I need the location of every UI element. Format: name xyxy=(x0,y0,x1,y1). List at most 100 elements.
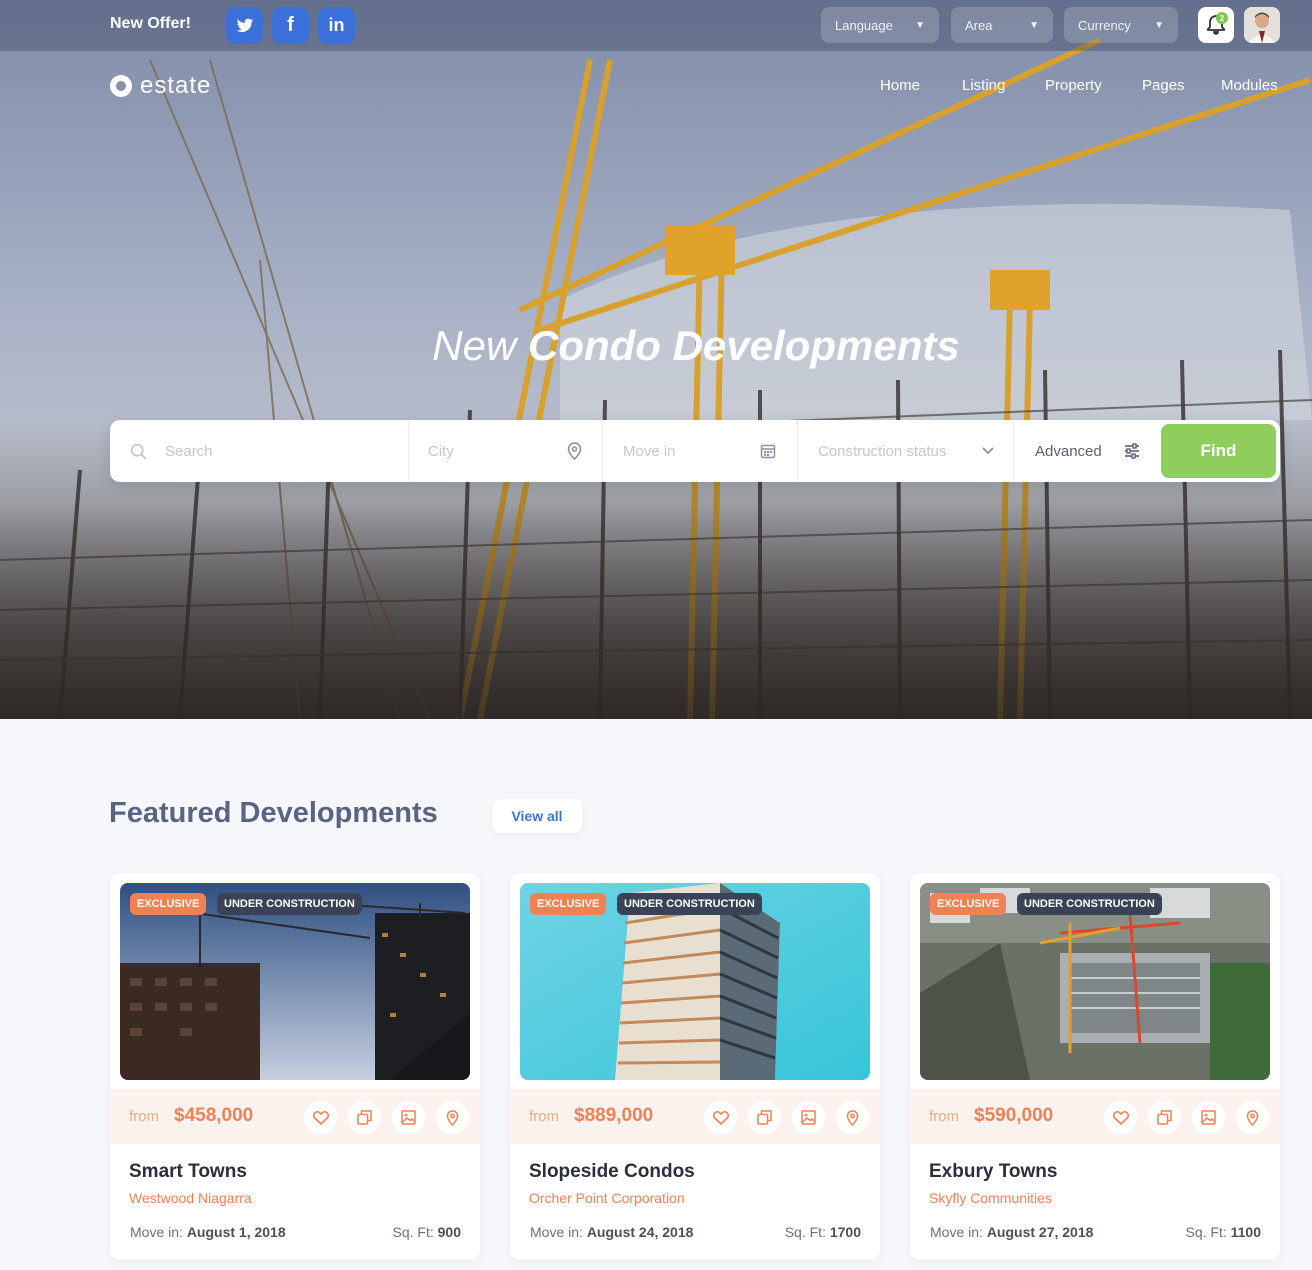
price-row: from $889,000 xyxy=(510,1089,880,1144)
compare-button[interactable] xyxy=(1148,1101,1181,1134)
compare-button[interactable] xyxy=(748,1101,781,1134)
area-dropdown[interactable]: Area ▼ xyxy=(951,7,1053,43)
image-icon xyxy=(801,1110,816,1125)
favorite-button[interactable] xyxy=(304,1101,337,1134)
sqft-label: Sq. Ft: xyxy=(392,1224,434,1240)
gallery-button[interactable] xyxy=(1192,1101,1225,1134)
gallery-button[interactable] xyxy=(392,1101,425,1134)
image-icon xyxy=(401,1110,416,1125)
twitter-button[interactable] xyxy=(226,7,263,44)
developer-name[interactable]: Skyfly Communities xyxy=(929,1190,1052,1206)
new-offer-link[interactable]: New Offer! xyxy=(110,15,191,33)
brand-logo[interactable]: estate xyxy=(110,72,211,100)
map-location-button[interactable] xyxy=(1236,1101,1269,1134)
chevron-down-icon: ▼ xyxy=(915,19,925,31)
from-label: from xyxy=(929,1108,959,1125)
development-photo[interactable]: EXCLUSIVE UNDER CONSTRUCTION xyxy=(120,883,470,1080)
heart-icon xyxy=(1112,1110,1129,1125)
compare-button[interactable] xyxy=(348,1101,381,1134)
nav-item-modules[interactable]: Modules xyxy=(1221,77,1278,94)
development-card[interactable]: EXCLUSIVE UNDER CONSTRUCTION from $889,0… xyxy=(510,873,880,1260)
language-dropdown-label: Language xyxy=(835,17,893,33)
nav-item-listing[interactable]: Listing xyxy=(962,77,1005,94)
map-pin-icon xyxy=(846,1109,859,1126)
map-location-button[interactable] xyxy=(436,1101,469,1134)
status-tag: UNDER CONSTRUCTION xyxy=(617,893,762,915)
map-pin-icon xyxy=(567,442,582,460)
from-label: from xyxy=(529,1108,559,1125)
copy-icon xyxy=(1157,1110,1172,1125)
notification-count-badge: 2 xyxy=(1216,12,1228,24)
status-tag: UNDER CONSTRUCTION xyxy=(1017,893,1162,915)
move-in-placeholder: Move in xyxy=(623,442,676,460)
city-input[interactable]: City xyxy=(428,420,588,482)
development-name[interactable]: Slopeside Condos xyxy=(529,1161,695,1183)
sqft-value: 900 xyxy=(437,1224,461,1240)
construction-status-dropdown[interactable]: Construction status xyxy=(818,420,998,482)
area-dropdown-label: Area xyxy=(965,17,993,33)
exclusive-tag: EXCLUSIVE xyxy=(930,893,1007,915)
divider xyxy=(1013,420,1014,482)
move-in-date-input[interactable]: Move in xyxy=(623,420,773,482)
currency-dropdown[interactable]: Currency ▼ xyxy=(1064,7,1178,43)
featured-developments-title: Featured Developments xyxy=(109,797,438,829)
sqft-label: Sq. Ft: xyxy=(1185,1224,1227,1240)
logo-mark-icon xyxy=(110,75,132,97)
move-in-value: August 1, 2018 xyxy=(186,1224,286,1240)
construction-status-placeholder: Construction status xyxy=(818,442,947,460)
developer-name[interactable]: Orcher Point Corporation xyxy=(529,1190,685,1206)
user-avatar-picture xyxy=(1244,7,1280,43)
square-footage: Sq. Ft: 1100 xyxy=(1186,1224,1262,1240)
development-name[interactable]: Smart Towns xyxy=(129,1161,247,1183)
linkedin-icon: in xyxy=(328,15,345,35)
favorite-button[interactable] xyxy=(1104,1101,1137,1134)
map-location-button[interactable] xyxy=(836,1101,869,1134)
favorite-button[interactable] xyxy=(704,1101,737,1134)
notifications-button[interactable] xyxy=(1198,7,1234,43)
search-placeholder: Search xyxy=(165,442,213,460)
nav-item-pages[interactable]: Pages xyxy=(1142,77,1185,94)
user-avatar[interactable] xyxy=(1244,7,1280,43)
development-name[interactable]: Exbury Towns xyxy=(929,1161,1057,1183)
facebook-button[interactable]: f xyxy=(272,7,309,44)
search-icon xyxy=(130,443,147,459)
price: $590,000 xyxy=(974,1105,1054,1126)
move-in-label: Move in: xyxy=(930,1224,983,1240)
development-card[interactable]: EXCLUSIVE UNDER CONSTRUCTION from $590,0… xyxy=(910,873,1280,1260)
find-button[interactable]: Find xyxy=(1161,424,1276,478)
move-in-label: Move in: xyxy=(530,1224,583,1240)
hero-banner: New Offer! f in Language ▼ Area ▼ Curren… xyxy=(0,0,1312,719)
move-in-date: Move in: August 1, 2018 xyxy=(130,1224,286,1240)
from-label: from xyxy=(129,1108,159,1125)
nav-item-home[interactable]: Home xyxy=(880,77,920,94)
search-input[interactable]: Search xyxy=(130,420,405,482)
hero-title-bold: Condo Developments xyxy=(527,322,960,369)
sqft-value: 1700 xyxy=(829,1224,861,1240)
language-dropdown[interactable]: Language ▼ xyxy=(821,7,939,43)
advanced-label: Advanced xyxy=(1035,442,1102,460)
development-photo[interactable]: EXCLUSIVE UNDER CONSTRUCTION xyxy=(520,883,870,1080)
exclusive-tag: EXCLUSIVE xyxy=(530,893,607,915)
price-row: from $458,000 xyxy=(110,1089,480,1144)
development-card[interactable]: EXCLUSIVE UNDER CONSTRUCTION from $458,0… xyxy=(110,873,480,1260)
nav-item-property[interactable]: Property xyxy=(1045,77,1102,94)
move-in-label: Move in: xyxy=(130,1224,183,1240)
sliders-icon xyxy=(1125,443,1139,459)
brand-name: estate xyxy=(140,72,212,99)
gallery-button[interactable] xyxy=(792,1101,825,1134)
exclusive-tag: EXCLUSIVE xyxy=(130,893,207,915)
facebook-icon: f xyxy=(287,14,294,36)
development-photo[interactable]: EXCLUSIVE UNDER CONSTRUCTION xyxy=(920,883,1270,1080)
price: $458,000 xyxy=(174,1105,254,1126)
map-pin-icon xyxy=(1246,1109,1259,1126)
hero-title: New Condo Developments xyxy=(0,322,1312,370)
hero-title-light: New xyxy=(432,322,517,369)
developer-name[interactable]: Westwood Niagarra xyxy=(129,1190,252,1206)
city-placeholder: City xyxy=(428,442,454,460)
view-all-button[interactable]: View all xyxy=(492,799,582,833)
copy-icon xyxy=(357,1110,372,1125)
divider xyxy=(602,420,603,482)
linkedin-button[interactable]: in xyxy=(318,7,355,44)
square-footage: Sq. Ft: 900 xyxy=(393,1224,461,1240)
divider xyxy=(408,420,409,482)
